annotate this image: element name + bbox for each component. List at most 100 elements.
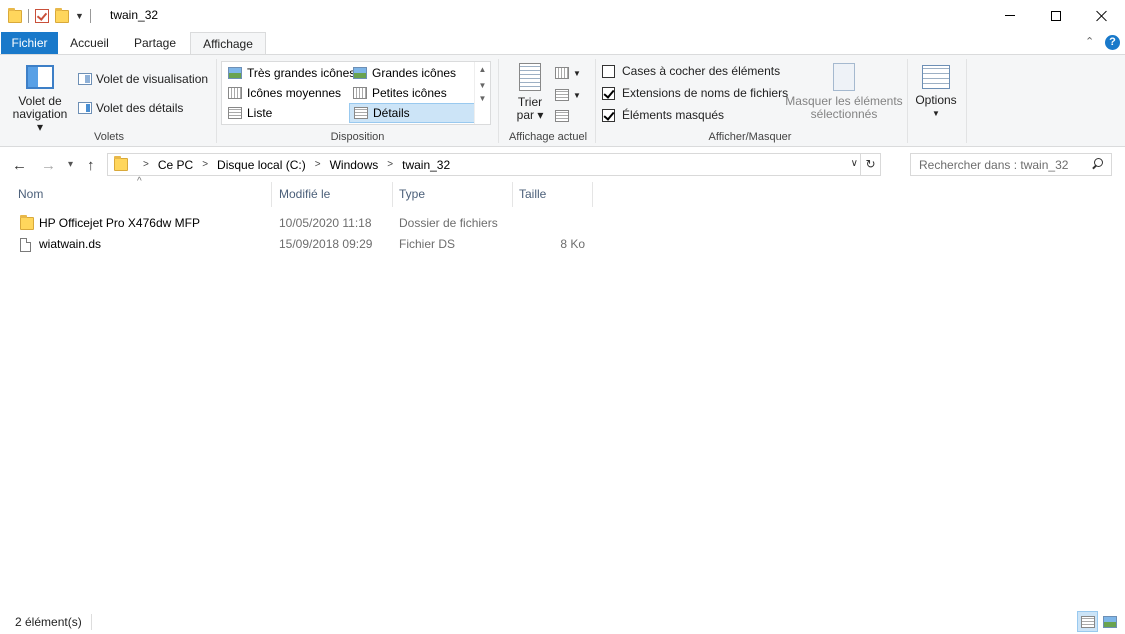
address-history-dropdown-icon[interactable]: ∨ [851,158,858,169]
large-icons-view-icon [1102,615,1117,628]
refresh-icon[interactable]: ↻ [860,154,880,175]
preview-pane-button[interactable]: Volet de visualisation [78,69,208,89]
sort-by-label-2: par ▾ [516,108,544,122]
file-extensions-toggle[interactable]: Extensions de noms de fichiers [602,86,788,100]
layout-small-icons[interactable]: Petites icônes [349,83,447,103]
breadcrumb-twain-32[interactable]: twain_32 [402,158,450,172]
size-columns-button[interactable] [555,106,569,126]
layout-extra-large-icons[interactable]: Très grandes icônes [224,63,355,83]
large-icons-icon [353,67,367,79]
breadcrumb-separator-icon[interactable]: > [387,159,393,170]
size-columns-icon [555,110,569,122]
file-extensions-label: Extensions de noms de fichiers [622,86,789,100]
layout-details[interactable]: Détails [349,103,475,123]
preview-pane-icon [78,73,92,85]
file-icon [20,238,31,252]
file-modified: 10/05/2020 11:18 [279,216,372,230]
maximize-button[interactable] [1033,0,1079,31]
sort-by-button[interactable]: Trier par ▾ [512,63,548,122]
list-item[interactable]: wiatwain.ds 15/09/2018 09:29 Fichier DS … [16,234,596,255]
ribbon-tabs: Fichier Accueil Partage Affichage [0,31,1125,56]
medium-icons-icon [228,87,242,99]
quick-access-toolbar: ▼ [8,6,91,26]
qat-divider [28,9,29,23]
details-pane-icon [78,102,92,114]
file-name: HP Officejet Pro X476dw MFP [39,216,200,230]
search-input[interactable]: Rechercher dans : twain_32 [910,153,1112,176]
details-pane-label: Volet des détails [96,101,184,115]
navigation-pane-button[interactable]: Volet de navigation ▾ [8,65,72,134]
status-item-count: 2 élément(s) [15,615,82,629]
file-extensions-checkbox[interactable] [602,86,615,100]
details-view-button[interactable] [1077,611,1098,632]
options-button[interactable]: Options ▼ [910,65,962,120]
breadcrumb-separator-icon[interactable]: > [202,159,208,170]
options-icon [922,65,950,89]
ribbon-divider [595,59,596,143]
details-pane-button[interactable]: Volet des détails [78,98,183,118]
recent-locations-icon[interactable]: ▾ [68,159,73,170]
ribbon-divider [966,59,967,143]
tab-fichier[interactable]: Fichier [1,32,58,55]
file-size: 8 Ko [560,237,585,251]
address-bar[interactable]: > Ce PC > Disque local (C:) > Windows > … [107,153,881,176]
tab-partage[interactable]: Partage [126,32,184,55]
scroll-up-icon[interactable]: ▲ [475,65,490,74]
list-header: Nom Modifié le Type Taille [0,182,1125,207]
breadcrumb-ce-pc[interactable]: Ce PC [158,158,193,172]
breadcrumb-separator-icon[interactable]: > [143,159,149,170]
hide-selected-button[interactable]: Masquer les éléments sélectionnés [784,63,904,121]
status-divider [91,614,92,630]
properties-icon[interactable] [35,9,49,23]
options-label: Options [915,93,957,107]
group-label-volets: Volets [94,131,124,143]
collapse-ribbon-icon[interactable]: ⌃ [1085,35,1094,48]
column-header-type[interactable]: Type [393,182,513,207]
scroll-down-icon[interactable]: ▼ [475,81,490,90]
preview-pane-label: Volet de visualisation [96,72,209,86]
nav-pane-label-2: navigation ▾ [12,107,68,134]
add-columns-button[interactable]: ▼ [555,85,581,105]
minimize-button[interactable] [987,0,1033,31]
forward-arrow-icon[interactable]: → [41,157,56,174]
group-label-afficher-masquer: Afficher/Masquer [708,131,792,143]
back-arrow-icon[interactable]: ← [12,157,27,174]
item-checkboxes-checkbox[interactable] [602,64,615,78]
column-header-modified[interactable]: Modifié le [273,182,393,207]
column-header-name[interactable]: Nom [12,182,272,207]
breadcrumb-disque-local[interactable]: Disque local (C:) [217,158,306,172]
options-dropdown-icon: ▼ [932,109,940,118]
qat-dropdown-icon[interactable]: ▼ [75,11,84,21]
hidden-items-toggle[interactable]: Éléments masqués [602,108,724,122]
layout-large-icons[interactable]: Grandes icônes [349,63,456,83]
close-button[interactable] [1079,0,1125,31]
layout-list[interactable]: Liste [224,103,272,123]
help-icon[interactable]: ? [1105,35,1120,50]
item-checkboxes-toggle[interactable]: Cases à cocher des éléments [602,64,780,78]
breadcrumb-windows[interactable]: Windows [330,158,379,172]
ribbon-divider [907,59,908,143]
layout-gallery-scrollbar[interactable]: ▲ ▼ ▼ [474,62,490,124]
hide-selected-icon [833,63,855,91]
column-header-size[interactable]: Taille [513,182,593,207]
large-icons-view-button[interactable] [1099,611,1120,632]
hidden-items-checkbox[interactable] [602,108,615,122]
gallery-expand-icon[interactable]: ▼ [475,94,490,103]
new-folder-icon[interactable] [55,7,69,23]
layout-medium-icons[interactable]: Icônes moyennes [224,83,341,103]
item-checkboxes-label: Cases à cocher des éléments [622,64,781,78]
search-icon[interactable] [1091,158,1103,170]
tab-accueil[interactable]: Accueil [62,32,117,55]
layout-gallery: Très grandes icônes Grandes icônes Icône… [221,61,491,125]
hide-selected-label-2: sélectionnés [810,107,878,121]
ribbon-divider [498,59,499,143]
tab-affichage[interactable]: Affichage [190,32,266,56]
minimize-icon [1005,15,1015,16]
group-by-button[interactable]: ▼ [555,63,581,83]
up-arrow-icon[interactable]: ↑ [87,157,95,174]
group-by-icon [555,67,569,79]
breadcrumb-separator-icon[interactable]: > [315,159,321,170]
folder-icon [114,156,128,171]
close-icon [1096,10,1108,22]
list-item[interactable]: HP Officejet Pro X476dw MFP 10/05/2020 1… [16,213,596,234]
